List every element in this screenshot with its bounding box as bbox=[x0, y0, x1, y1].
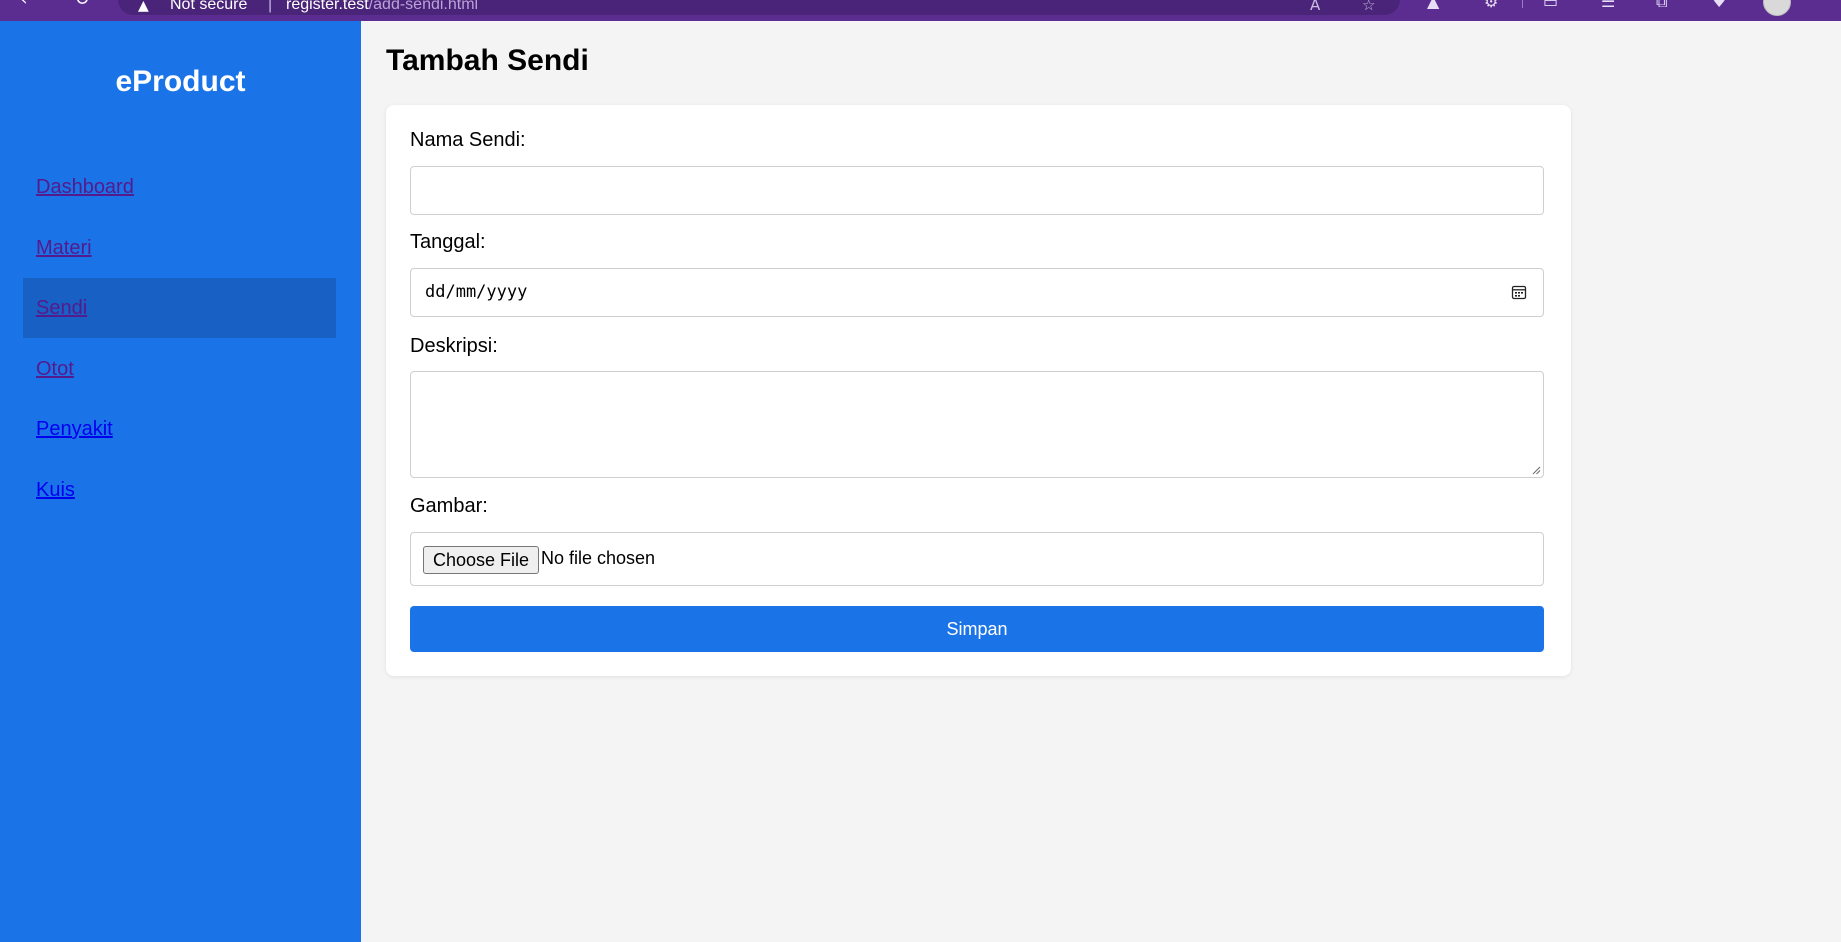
read-aloud-icon[interactable]: A bbox=[1310, 0, 1320, 14]
settings-gear-icon[interactable]: ⚙ bbox=[1484, 0, 1498, 11]
sidebar-item-otot[interactable]: Otot bbox=[23, 339, 336, 399]
calendar-icon[interactable] bbox=[1511, 284, 1527, 300]
description-textarea[interactable] bbox=[410, 371, 1544, 478]
browser-essentials-icon[interactable]: ♥ bbox=[1712, 0, 1726, 11]
sidebar-item-sendi[interactable]: Sendi bbox=[23, 278, 336, 338]
collections-icon[interactable]: ⧉ bbox=[1656, 0, 1667, 12]
sidebar-nav: Dashboard Materi Sendi Otot Penyakit Kui… bbox=[23, 157, 336, 520]
toolbar-divider bbox=[1522, 0, 1523, 8]
resize-handle-icon[interactable] bbox=[1531, 465, 1541, 475]
extension-icon[interactable]: ▲ bbox=[1427, 0, 1439, 11]
profile-avatar[interactable] bbox=[1763, 0, 1791, 16]
date-placeholder: dd/mm/yyyy bbox=[425, 282, 528, 302]
url-host: register.test bbox=[286, 0, 369, 13]
description-label: Deskripsi: bbox=[410, 335, 498, 357]
sidebar-item-dashboard[interactable]: Dashboard bbox=[23, 157, 336, 217]
sidebar: eProduct Dashboard Materi Sendi Otot Pen… bbox=[0, 21, 361, 942]
page-title: Tambah Sendi bbox=[386, 44, 589, 77]
file-status-text: No file chosen bbox=[541, 548, 656, 568]
name-input[interactable] bbox=[410, 166, 1544, 215]
image-file-input[interactable]: Choose File No file chosen bbox=[410, 532, 1544, 586]
save-button[interactable]: Simpan bbox=[410, 606, 1544, 652]
browser-toolbar: ‹ ↻ ▲ Not secure | register.test/add-sen… bbox=[0, 0, 1841, 21]
security-indicator[interactable]: Not secure bbox=[170, 0, 247, 14]
sidebar-item-penyakit[interactable]: Penyakit bbox=[23, 399, 336, 459]
name-label: Nama Sendi: bbox=[410, 129, 526, 151]
address-separator: | bbox=[268, 0, 273, 13]
sidebar-item-materi[interactable]: Materi bbox=[23, 218, 336, 278]
url-text[interactable]: register.test/add-sendi.html bbox=[286, 0, 478, 14]
date-input[interactable]: dd/mm/yyyy bbox=[410, 268, 1544, 317]
add-sendi-form: Nama Sendi: Tanggal: dd/mm/yyyy Deskrips… bbox=[386, 105, 1571, 676]
split-screen-icon[interactable]: ▭ bbox=[1543, 0, 1558, 11]
favorite-star-icon[interactable]: ☆ bbox=[1362, 0, 1375, 14]
sidebar-item-kuis[interactable]: Kuis bbox=[23, 460, 336, 520]
brand-logo[interactable]: eProduct bbox=[0, 65, 361, 99]
back-icon[interactable]: ‹ bbox=[12, 0, 36, 12]
refresh-icon[interactable]: ↻ bbox=[70, 0, 94, 12]
favorites-list-icon[interactable]: ☰ bbox=[1601, 0, 1615, 11]
url-path: /add-sendi.html bbox=[368, 0, 479, 13]
date-label: Tanggal: bbox=[410, 231, 486, 253]
choose-file-button[interactable]: Choose File bbox=[423, 546, 540, 574]
address-bar[interactable]: ▲ Not secure | register.test/add-sendi.h… bbox=[118, 0, 1400, 15]
warning-icon: ▲ bbox=[138, 0, 149, 14]
image-label: Gambar: bbox=[410, 495, 488, 517]
